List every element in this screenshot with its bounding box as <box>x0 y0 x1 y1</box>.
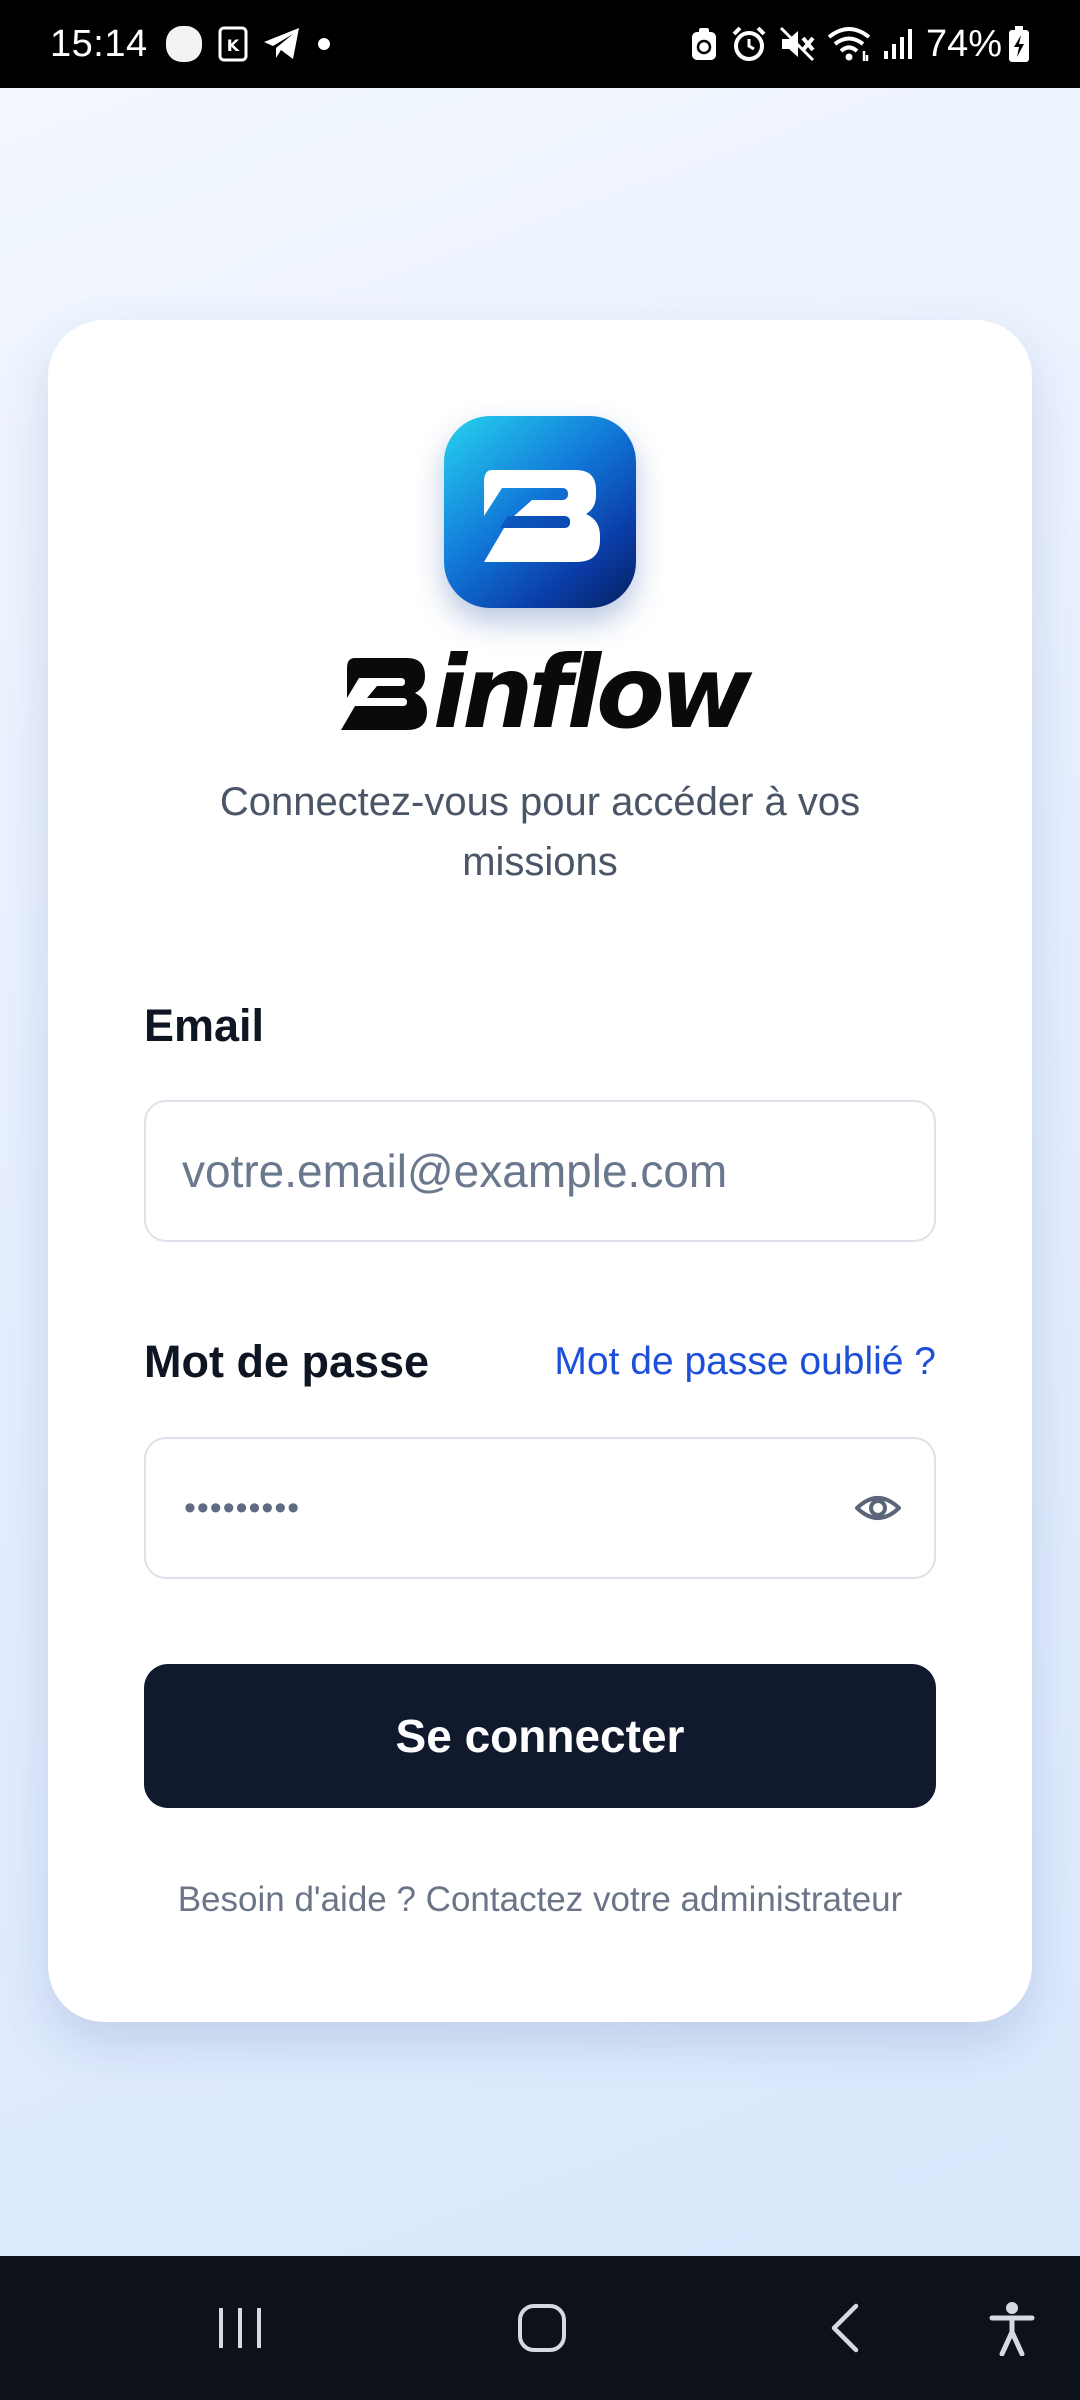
status-bar: 15:14 K 74% <box>0 0 1080 88</box>
help-text: Besoin d'aide ? Contactez votre administ… <box>177 1880 903 1919</box>
app-name: inflow <box>432 634 752 751</box>
back-button[interactable] <box>806 2296 886 2360</box>
svg-text:K: K <box>226 36 239 55</box>
forgot-password-link[interactable]: Mot de passe oublié ? <box>554 1340 936 1384</box>
wordmark-b-icon <box>333 648 431 738</box>
status-bar-right: 74% <box>688 23 1040 66</box>
telegram-icon <box>262 26 302 62</box>
wifi-icon <box>826 25 872 63</box>
password-masked-value: ••••••••• <box>184 1489 301 1527</box>
home-icon <box>518 2304 566 2352</box>
recents-icon <box>219 2308 261 2348</box>
status-time: 15:14 <box>50 22 148 65</box>
alarm-icon <box>730 25 768 63</box>
email-field[interactable] <box>144 1100 936 1242</box>
signal-icon <box>882 27 916 61</box>
toggle-password-visibility-button[interactable] <box>850 1480 906 1536</box>
k-app-icon: K <box>218 26 248 62</box>
dot-icon <box>316 36 332 52</box>
password-field[interactable]: ••••••••• <box>144 1437 936 1579</box>
data-saver-icon <box>688 26 720 62</box>
email-input[interactable] <box>182 1102 882 1240</box>
eye-icon <box>855 1496 901 1520</box>
app-wordmark: inflow <box>48 638 1032 748</box>
status-bar-left: 15:14 K <box>50 23 346 66</box>
accessibility-icon <box>989 2302 1035 2356</box>
accessibility-button[interactable] <box>972 2296 1052 2360</box>
login-subtitle: Connectez-vous pour accéder à vos missio… <box>219 780 861 884</box>
recents-button[interactable] <box>200 2296 280 2360</box>
email-label: Email <box>144 1000 265 1051</box>
home-button[interactable] <box>502 2296 582 2360</box>
back-icon <box>831 2303 859 2353</box>
mute-icon <box>778 25 816 63</box>
circle-notification-icon <box>164 24 204 64</box>
battery-charging-icon <box>1008 25 1030 63</box>
login-card: inflow Connectez-vous pour accéder à vos… <box>48 320 1032 2022</box>
login-button[interactable]: Se connecter <box>144 1664 936 1808</box>
battery-percent: 74% <box>925 22 1002 65</box>
binflow-logo-icon <box>444 416 636 608</box>
navigation-bar <box>0 2256 1080 2400</box>
password-label: Mot de passe <box>144 1336 430 1387</box>
